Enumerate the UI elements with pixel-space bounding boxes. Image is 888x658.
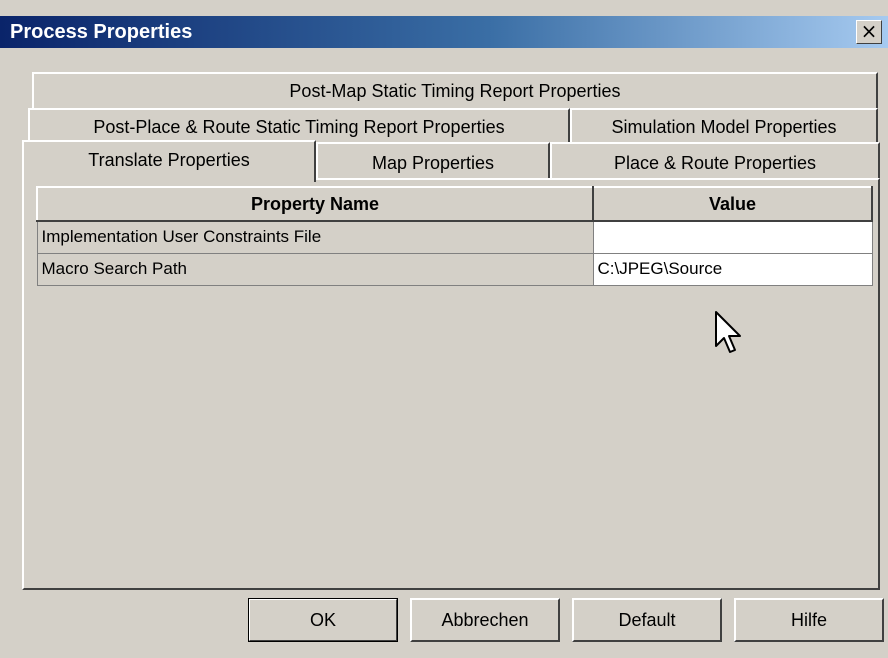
tab-translate[interactable]: Translate Properties [22, 140, 316, 182]
property-grid: Property Name Value Implementation User … [36, 186, 873, 286]
tab-label: Post-Place & Route Static Timing Report … [93, 117, 505, 137]
title-bar[interactable]: Process Properties [0, 16, 888, 48]
tab-place-route[interactable]: Place & Route Properties [550, 142, 880, 180]
process-properties-dialog: Process Properties × Post-Map Static Tim… [0, 0, 888, 658]
property-name-cell: Macro Search Path [36, 252, 594, 286]
tab-simulation-model[interactable]: Simulation Model Properties [570, 108, 878, 144]
ok-button[interactable]: OK [248, 598, 398, 642]
table-row[interactable]: Macro Search Path C:\JPEG\Source [36, 252, 873, 286]
close-button[interactable]: × [856, 20, 882, 44]
cancel-button[interactable]: Abbrechen [410, 598, 560, 642]
arrow-cursor-icon [715, 311, 741, 353]
column-header-value[interactable]: Value [592, 186, 873, 222]
default-button[interactable]: Default [572, 598, 722, 642]
table-row[interactable]: Implementation User Constraints File [36, 220, 873, 254]
property-value-cell[interactable]: C:\JPEG\Source [592, 252, 873, 286]
property-value-cell[interactable] [592, 220, 873, 254]
tab-post-map-static-timing[interactable]: Post-Map Static Timing Report Properties [32, 72, 878, 108]
tab-label: Place & Route Properties [613, 153, 817, 173]
tab-label: Map Properties [371, 153, 495, 173]
tab-map[interactable]: Map Properties [316, 142, 550, 180]
column-header-property-name[interactable]: Property Name [36, 186, 594, 222]
property-name-cell: Implementation User Constraints File [36, 220, 594, 254]
tab-label: Post-Map Static Timing Report Properties [289, 81, 621, 101]
help-button[interactable]: Hilfe [734, 598, 884, 642]
tab-label: Simulation Model Properties [611, 117, 837, 137]
window-title: Process Properties [10, 21, 193, 43]
tab-post-place-route-static-timing[interactable]: Post-Place & Route Static Timing Report … [28, 108, 570, 144]
tab-label: Translate Properties [88, 150, 250, 170]
